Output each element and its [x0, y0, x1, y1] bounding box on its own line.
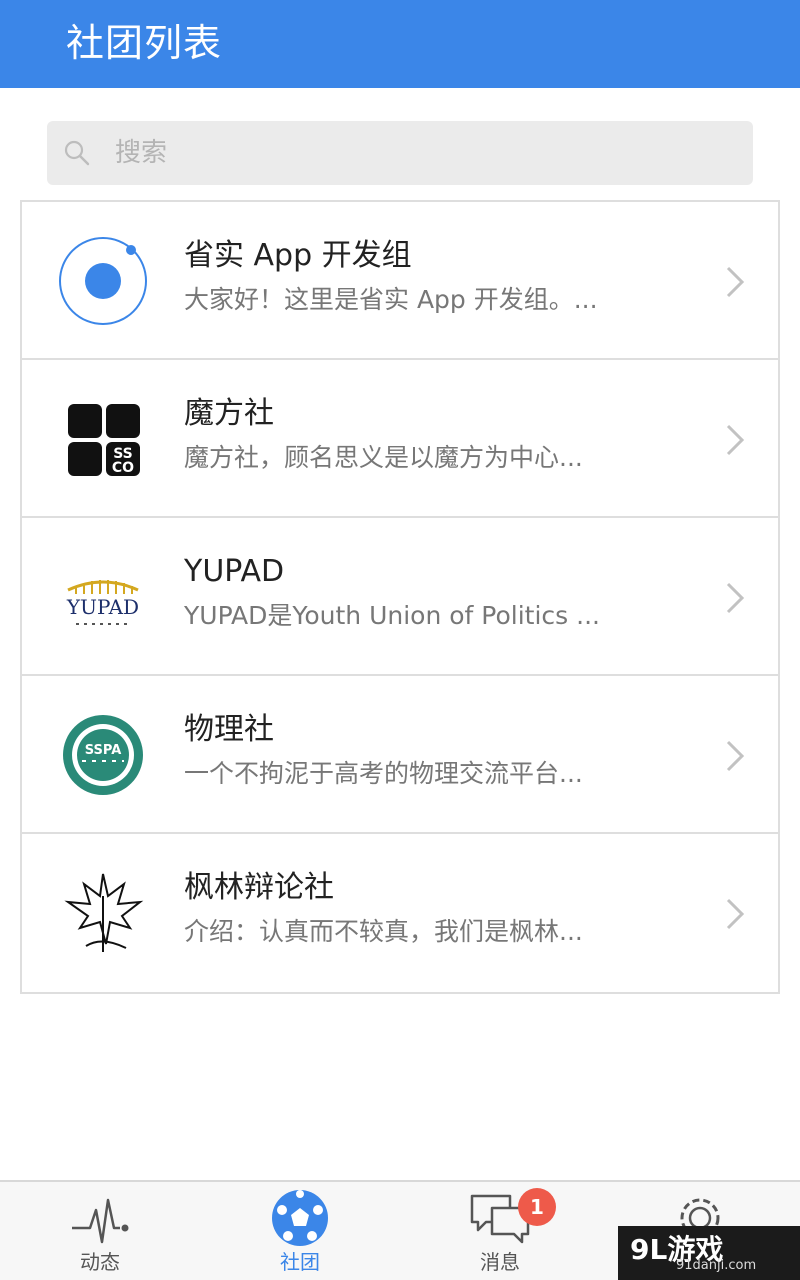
- search-input[interactable]: [115, 129, 715, 177]
- svg-text:CO: CO: [112, 460, 134, 476]
- tab-clubs[interactable]: 社团: [200, 1182, 400, 1280]
- chevron-right-icon: [726, 582, 745, 614]
- club-list: 省实 App 开发组 大家好！这里是省实 App 开发组。... SS CO 魔…: [20, 200, 780, 994]
- chevron-right-icon: [726, 740, 745, 772]
- site-watermark: 9L游戏 91danji.com: [618, 1226, 800, 1280]
- club-name: 魔方社: [184, 396, 274, 431]
- page-title: 社团列表: [66, 21, 223, 65]
- club-description: 介绍：认真而不较真，我们是枫林...: [184, 917, 583, 946]
- list-item[interactable]: SS CO 魔方社 魔方社，顾名思义是以魔方为中心...: [22, 360, 778, 518]
- tab-label: 社团: [280, 1250, 320, 1274]
- chevron-right-icon: [726, 266, 745, 298]
- tab-activity[interactable]: 动态: [0, 1182, 200, 1280]
- club-description: 魔方社，顾名思义是以魔方为中心...: [184, 443, 583, 472]
- club-description: 大家好！这里是省实 App 开发组。...: [184, 285, 598, 314]
- search-bar[interactable]: [47, 121, 753, 185]
- list-item[interactable]: YUPAD YUPAD YUPAD是Youth Union of Politic…: [22, 518, 778, 676]
- pulse-icon: [72, 1198, 129, 1244]
- soccer-ball-icon: [272, 1190, 328, 1246]
- club-description: YUPAD是Youth Union of Politics ...: [184, 601, 600, 630]
- app-header: 社团列表: [0, 0, 800, 88]
- club-name: 枫林辩论社: [184, 870, 334, 905]
- tab-label: 消息: [480, 1250, 520, 1274]
- list-item[interactable]: 省实 App 开发组 大家好！这里是省实 App 开发组。...: [22, 202, 778, 360]
- watermark-url: 91danji.com: [676, 1258, 757, 1273]
- list-item[interactable]: SSPA 物理社 一个不拘泥于高考的物理交流平台...: [22, 676, 778, 834]
- chevron-right-icon: [726, 424, 745, 456]
- club-name: 省实 App 开发组: [184, 238, 412, 273]
- chevron-right-icon: [726, 898, 745, 930]
- sspa-seal-logo: SSPA: [63, 715, 143, 795]
- svg-text:SSPA: SSPA: [85, 743, 122, 758]
- club-description: 一个不拘泥于高考的物理交流平台...: [184, 759, 583, 788]
- ssco-cube-logo: SS CO: [68, 404, 140, 476]
- list-item[interactable]: 枫林辩论社 介绍：认真而不较真，我们是枫林...: [22, 834, 778, 992]
- search-icon: [64, 140, 90, 166]
- unread-badge: 1: [518, 1188, 556, 1226]
- yupad-logo: YUPAD: [66, 580, 139, 625]
- tab-label: 动态: [80, 1250, 120, 1274]
- blue-circle-icon: [59, 237, 147, 325]
- club-name: 物理社: [184, 712, 274, 747]
- maple-leaf-logo: [64, 873, 144, 952]
- club-name: YUPAD: [184, 554, 285, 589]
- svg-text:YUPAD: YUPAD: [66, 595, 139, 619]
- tab-messages[interactable]: 1 消息: [400, 1182, 600, 1280]
